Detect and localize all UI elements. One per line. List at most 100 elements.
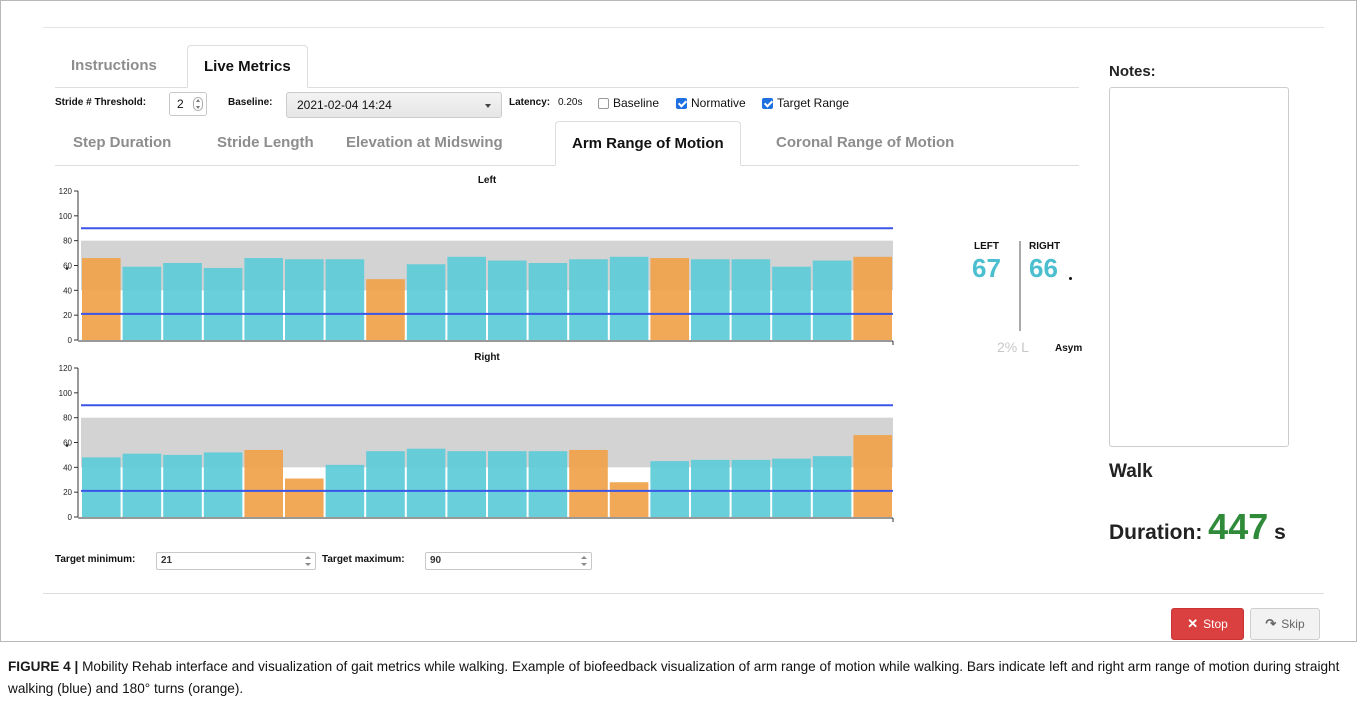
- spinner-icon[interactable]: [581, 556, 587, 566]
- duration-label: Duration:: [1109, 521, 1203, 544]
- walk-bar: [82, 457, 121, 517]
- walk-bar: [812, 456, 852, 517]
- target-minimum-label: Target minimum:: [55, 554, 136, 565]
- turn-bar: [244, 449, 283, 517]
- normative-band: [81, 417, 893, 468]
- chevron-down-icon: [485, 104, 491, 108]
- dot-marker: [1069, 277, 1072, 280]
- spinner-icon[interactable]: [193, 97, 203, 111]
- chart-title: Right: [474, 352, 500, 363]
- walk-bar: [812, 260, 852, 340]
- asymmetry-value: 2% L: [997, 339, 1029, 355]
- normative-checkbox[interactable]: [676, 98, 687, 109]
- right-summary-label: RIGHT: [1029, 241, 1061, 252]
- walk-bar: [122, 266, 162, 340]
- turn-bar: [285, 478, 324, 517]
- walk-bar: [772, 266, 811, 340]
- notes-textarea[interactable]: [1109, 87, 1289, 447]
- tab-coronal-range-of-motion[interactable]: Coronal Range of Motion: [776, 121, 954, 165]
- tab-elevation-at-midswing[interactable]: Elevation at Midswing: [346, 121, 503, 165]
- walk-bar: [406, 264, 446, 340]
- redo-icon: ↷: [1265, 616, 1277, 631]
- walk-bar: [731, 259, 771, 340]
- walk-bar: [772, 458, 811, 517]
- latency-label: Latency:: [509, 97, 551, 108]
- figure-caption: FIGURE 4 | Mobility Rehab interface and …: [8, 656, 1348, 700]
- target-maximum-value: 90: [430, 555, 442, 566]
- bottom-divider: [43, 593, 1324, 594]
- metric-tab-bar: Step Duration Stride Length Elevation at…: [55, 121, 1079, 166]
- stride-threshold-stepper[interactable]: 2: [169, 92, 207, 116]
- baseline-select[interactable]: 2021-02-04 14:24: [286, 92, 502, 118]
- target-range-checkbox[interactable]: [762, 98, 773, 109]
- turn-bar: [609, 482, 649, 517]
- y-tick-label: 120: [59, 187, 73, 196]
- y-tick-label: 80: [63, 237, 72, 246]
- stop-button-label: Stop: [1203, 617, 1228, 631]
- normative-checkbox-label: Normative: [691, 96, 746, 110]
- y-tick-label: 0: [68, 336, 73, 345]
- baseline-checkbox[interactable]: [598, 98, 609, 109]
- turn-bar: [853, 256, 892, 340]
- walk-bar: [285, 259, 324, 340]
- tab-instructions[interactable]: Instructions: [55, 45, 173, 87]
- duration-value: 447: [1208, 506, 1269, 547]
- turn-bar: [569, 449, 608, 517]
- stop-button[interactable]: ✕ Stop: [1171, 608, 1244, 640]
- y-tick-label: 40: [63, 286, 72, 295]
- top-divider: [43, 27, 1324, 28]
- app-frame: Instructions Live Metrics Stride # Thres…: [0, 0, 1357, 642]
- turn-bar: [366, 279, 405, 340]
- stride-threshold-label: Stride # Threshold:: [55, 97, 147, 108]
- walk-bar: [203, 267, 243, 340]
- notes-label: Notes:: [1109, 63, 1156, 80]
- walk-bar: [122, 453, 162, 517]
- walk-bar: [650, 461, 689, 518]
- right-arm-chart: Right 0 20 40 60 80 100 120: [41, 346, 911, 531]
- right-summary-value: 66: [1029, 253, 1058, 283]
- walk-bar: [528, 263, 568, 340]
- walk-label: Walk: [1109, 461, 1153, 482]
- tab-stride-length[interactable]: Stride Length: [217, 121, 314, 165]
- normative-band: [81, 240, 893, 291]
- walk-bar: [691, 259, 730, 340]
- y-tick-label: 100: [59, 212, 73, 221]
- y-tick-label: 80: [63, 414, 72, 423]
- latency-value: 0.20s: [558, 97, 583, 108]
- walk-bar: [244, 258, 283, 340]
- baseline-checkbox-label: Baseline: [613, 96, 660, 110]
- y-tick-label: 100: [59, 389, 73, 398]
- main-tab-bar: Instructions Live Metrics: [55, 45, 1079, 88]
- tab-step-duration[interactable]: Step Duration: [73, 121, 171, 165]
- y-tick-label: 20: [63, 311, 72, 320]
- tab-arm-range-of-motion[interactable]: Arm Range of Motion: [555, 121, 741, 166]
- walk-bar: [366, 451, 405, 517]
- walk-bar: [731, 459, 771, 517]
- target-minimum-value: 21: [161, 555, 173, 566]
- right-arm-chart-svg: Right020406080100120: [59, 352, 894, 522]
- summary-divider: [1019, 241, 1021, 331]
- close-icon: ✕: [1187, 616, 1199, 631]
- walk-bar: [488, 451, 527, 517]
- y-tick-label: 40: [63, 463, 72, 472]
- walk-bar: [691, 459, 730, 517]
- target-maximum-input[interactable]: 90: [425, 552, 592, 570]
- target-minimum-input[interactable]: 21: [156, 552, 316, 570]
- y-tick-label: 120: [59, 364, 73, 373]
- walk-bar: [569, 259, 608, 340]
- skip-button[interactable]: ↷ Skip: [1250, 608, 1320, 640]
- lr-summary-panel: LEFT RIGHT 67 66 2% L Asym: [941, 231, 1091, 391]
- y-tick-label: 20: [63, 488, 72, 497]
- tab-live-metrics[interactable]: Live Metrics: [187, 45, 308, 88]
- walk-bar: [447, 451, 486, 517]
- turn-bar: [853, 435, 892, 517]
- chart-title: Left: [478, 175, 497, 186]
- asymmetry-label: Asym: [1055, 343, 1083, 354]
- baseline-select-value: 2021-02-04 14:24: [297, 98, 392, 112]
- walk-bar: [447, 256, 486, 340]
- spinner-icon[interactable]: [305, 556, 311, 566]
- walk-bar: [203, 452, 243, 517]
- left-arm-chart-svg: Left020406080100120: [59, 175, 894, 345]
- turn-bar: [650, 258, 689, 340]
- target-range-checkbox-label: Target Range: [777, 96, 850, 110]
